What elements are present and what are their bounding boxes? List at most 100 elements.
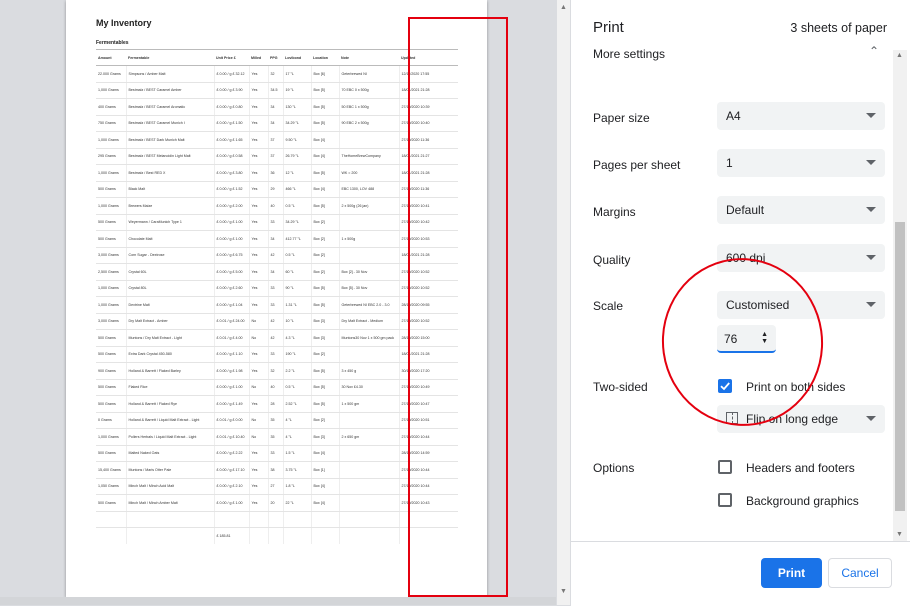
- scale-percent-input[interactable]: 76 ▲ ▼: [717, 325, 776, 353]
- table-cell: 22.000 Grams: [96, 65, 127, 83]
- headers-footers-label[interactable]: Headers and footers: [746, 461, 855, 475]
- table-cell: 9.50 °L: [283, 131, 312, 149]
- table-cell: 1.5 °L: [283, 445, 312, 462]
- table-cell: Minch Malt / Minch Acid Malt: [126, 478, 215, 495]
- table-cell: £ 0.01 / g £ 24.00: [214, 313, 250, 330]
- table-cell: 34.5: [268, 82, 284, 99]
- table-cell: £ 0.00 / g £ 3.90: [214, 82, 250, 99]
- preview-bottom-strip: [0, 597, 556, 605]
- table-cell: 90 °L: [283, 280, 312, 297]
- table-cell: Yes: [249, 230, 269, 248]
- table-cell: [96, 527, 127, 544]
- table-cell: [339, 214, 400, 231]
- red-highlight-box: [408, 17, 508, 597]
- quality-select[interactable]: 600 dpi: [717, 244, 885, 272]
- table-cell: 1,000 Grams: [96, 428, 127, 446]
- table-row: 3,000 Grams Dry Malt Extract - Amber £ 0.0…: [96, 313, 458, 330]
- table-cell: Dextrine Malt: [126, 296, 215, 314]
- column-header: Note: [339, 49, 399, 66]
- table-cell: 34: [268, 230, 284, 248]
- table-cell: 33: [268, 280, 284, 297]
- print-button[interactable]: Print: [761, 558, 822, 588]
- table-cell: No: [249, 412, 269, 429]
- table-cell: 26.79 °L: [283, 148, 312, 165]
- table-row: 1,000 Grams Brewers Maize £ 0.00 / g £ 2.0…: [96, 197, 458, 215]
- settings-scrollbar[interactable]: ▲ ▼: [893, 50, 907, 541]
- quality-label: Quality: [593, 253, 631, 267]
- preview-scrollbar[interactable]: ▲ ▼: [557, 0, 570, 605]
- pages-per-sheet-select[interactable]: 1: [717, 149, 885, 177]
- dropdown-caret-icon: [866, 255, 876, 260]
- table-cell: £ 0.00 / g £ 1.00: [214, 214, 250, 231]
- table-cell: £ 0.00 / g £ 1.00: [214, 494, 250, 512]
- table-cell: [311, 511, 340, 528]
- table-cell: Yes: [249, 395, 269, 413]
- table-cell: 12 °L: [283, 164, 312, 182]
- scale-select[interactable]: Customised: [717, 291, 885, 319]
- table-cell: Yes: [249, 148, 269, 165]
- table-cell: [339, 412, 400, 429]
- table-cell: 32: [268, 362, 284, 380]
- table-cell: 3 x 450 g: [339, 362, 400, 380]
- table-cell: £ 0.00 / g £ 1.52: [214, 181, 250, 198]
- table-cell: 500 Grams: [96, 395, 127, 413]
- print-both-sides-label[interactable]: Print on both sides: [746, 380, 845, 394]
- table-cell: 1,000 Grams: [96, 280, 127, 297]
- table-cell: £ 0.00 / g £ 17.10: [214, 461, 250, 479]
- table-cell: 30 Nov £4.30: [339, 379, 400, 396]
- table-cell: Flaked Rice: [126, 379, 215, 396]
- table-cell: Box [3]: [311, 313, 340, 330]
- scroll-up-arrow-icon[interactable]: ▲: [896, 52, 903, 59]
- margins-select[interactable]: Default: [717, 196, 885, 224]
- paper-size-select[interactable]: A4: [717, 102, 885, 130]
- table-cell: 33: [268, 296, 284, 314]
- table-cell: Pollers Herbals / Liquid Malt Extract - …: [126, 428, 215, 446]
- print-both-sides-checkbox[interactable]: [718, 379, 732, 393]
- table-cell: Box [4]: [311, 494, 340, 512]
- table-cell: Yes: [249, 82, 269, 99]
- table-cell: 1,000 Grams: [96, 131, 127, 149]
- table-cell: EBC 1300, LOV 488: [339, 181, 400, 198]
- table-cell: 70 EBC 0 x 500g: [339, 82, 400, 99]
- flip-edge-select[interactable]: Flip on long edge: [717, 405, 885, 433]
- dropdown-caret-icon: [866, 160, 876, 165]
- table-cell: 34: [268, 98, 284, 116]
- table-cell: 0.5 °L: [283, 197, 312, 215]
- headers-footers-checkbox[interactable]: [718, 460, 732, 474]
- table-cell: Yes: [249, 131, 269, 149]
- background-graphics-label[interactable]: Background graphics: [746, 494, 859, 508]
- table-cell: 37: [268, 148, 284, 165]
- more-settings-toggle[interactable]: More settings: [593, 47, 665, 61]
- table-cell: 17 °L: [283, 65, 312, 83]
- inventory-table: Amount Fermentable Unit Price £ Milled PPG Lo…: [96, 49, 458, 544]
- table-cell: 750 Grams: [96, 115, 127, 132]
- table-row: 400 Grams Bestmalz / BEST Caramel Aromati…: [96, 98, 458, 116]
- scroll-down-arrow-icon[interactable]: ▼: [560, 588, 567, 595]
- settings-scroll-thumb[interactable]: [895, 222, 905, 511]
- table-cell: 500 Grams: [96, 379, 127, 396]
- scroll-up-arrow-icon[interactable]: ▲: [560, 4, 567, 11]
- table-cell: Yes: [249, 478, 269, 495]
- background-graphics-checkbox[interactable]: [718, 493, 732, 507]
- document-subtitle: Fermentables: [96, 40, 129, 46]
- table-cell: Box [1]: [311, 461, 340, 479]
- spinner-arrows-icon[interactable]: ▲ ▼: [761, 331, 768, 345]
- table-cell: Malted Naked Oats: [126, 445, 215, 462]
- table-cell: 34.29 °L: [283, 115, 312, 132]
- table-header-row: Amount Fermentable Unit Price £ Milled PPG Lo…: [96, 49, 458, 66]
- table-cell: £ 0.00 / g £ 1.50: [214, 115, 250, 132]
- table-cell: Box [2]: [311, 247, 340, 264]
- table-cell: Geterbrewed NI: [339, 65, 400, 83]
- table-cell: [339, 247, 400, 264]
- table-cell: £ 0.00 / g £ 2.60: [214, 280, 250, 297]
- scroll-down-arrow-icon[interactable]: ▼: [896, 531, 903, 538]
- table-cell: [268, 511, 284, 528]
- pages-per-sheet-value: 1: [726, 156, 733, 170]
- chevron-up-icon[interactable]: ⌃: [869, 44, 879, 58]
- cancel-button[interactable]: Cancel: [828, 558, 892, 588]
- table-cell: Holland & Barrett / Liquid Malt Extract …: [126, 412, 215, 429]
- table-cell: 2,500 Grams: [96, 263, 127, 281]
- table-cell: 40: [268, 379, 284, 396]
- table-cell: Holland & Barrett / Flaked Rye: [126, 395, 215, 413]
- table-row: 22.000 Grams Simpsons / Amber Malt £ 0.00 …: [96, 65, 458, 83]
